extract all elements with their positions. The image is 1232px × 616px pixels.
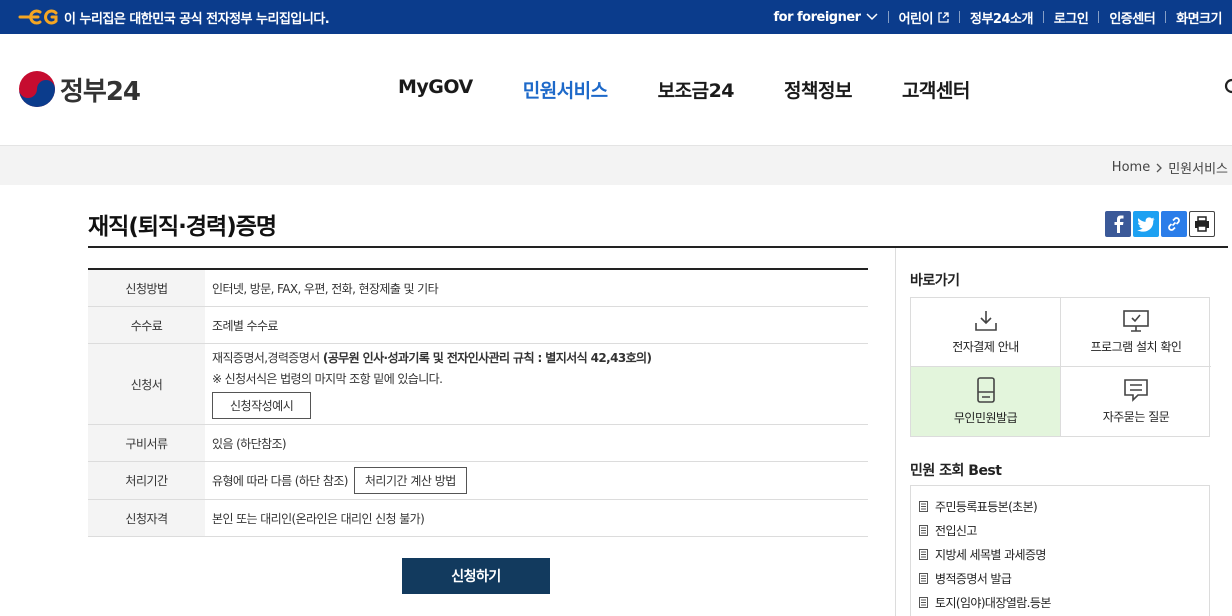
row-label: 처리기간 — [88, 462, 205, 499]
list-item[interactable]: 지방세 세목별 과세증명 — [911, 542, 1209, 566]
table-row: 신청자격 본인 또는 대리인(온라인은 대리인 신청 불가) — [88, 500, 868, 537]
utility-about[interactable]: 정부24소개 — [960, 8, 1043, 27]
row-label: 신청자격 — [88, 500, 205, 536]
row-value: 본인 또는 대리인(온라인은 대리인 신청 불가) — [212, 511, 425, 526]
gov-banner: 이 누리집은 대한민국 공식 전자정부 누리집입니다. for foreigne… — [0, 0, 1232, 34]
chevron-right-icon — [1156, 163, 1163, 172]
facebook-share-button[interactable] — [1105, 211, 1131, 237]
share-tools — [1105, 211, 1217, 237]
nav-policy[interactable]: 정책정보 — [784, 76, 852, 103]
nav-customer-center[interactable]: 고객센터 — [902, 76, 970, 103]
utility-foreigner[interactable]: for foreigner — [764, 10, 888, 25]
facebook-icon — [1114, 215, 1124, 233]
table-row: 처리기간 유형에 따라 다름 (하단 참조) 처리기간 계산 방법 — [88, 462, 868, 500]
quick-link-faq[interactable]: 자주묻는 질문 — [1061, 367, 1211, 436]
site-header: 정부24 MyGOV 민원서비스 보조금24 정책정보 고객센터 — [0, 34, 1232, 145]
title-divider — [88, 246, 1228, 248]
list-item[interactable]: 병적증명서 발급 — [911, 566, 1209, 590]
row-value: 조례별 수수료 — [212, 318, 278, 333]
logo-text: 정부24 — [60, 76, 141, 107]
row-value: 유형에 따라 다름 (하단 참조) 처리기간 계산 방법 — [205, 462, 868, 499]
table-row: 신청방법 인터넷, 방문, FAX, 우편, 전화, 현장제출 및 기타 — [88, 270, 868, 307]
quick-link-program-check[interactable]: 프로그램 설치 확인 — [1061, 298, 1211, 367]
chat-icon — [1124, 379, 1148, 402]
print-icon — [1195, 216, 1209, 232]
document-icon — [919, 596, 928, 608]
sidebar-divider — [895, 248, 896, 616]
form-example-button[interactable]: 신청작성예시 — [212, 392, 312, 419]
quick-link-kiosk[interactable]: 무인민원발급 — [911, 367, 1061, 436]
form-description: 재직증명서,경력증명서 (공무원 인사·성과기록 및 전자인사관리 규칙 : 별… — [212, 351, 652, 365]
table-row: 수수료 조례별 수수료 — [88, 307, 868, 344]
list-item[interactable]: 주민등록표등본(초본) — [911, 494, 1209, 518]
utility-login[interactable]: 로그인 — [1044, 8, 1098, 27]
site-logo[interactable]: 정부24 — [18, 70, 141, 108]
nav-subsidy[interactable]: 보조금24 — [658, 76, 735, 103]
row-label: 수수료 — [88, 307, 205, 343]
search-icon[interactable] — [1224, 78, 1232, 98]
page-title: 재직(퇴직·경력)증명 — [88, 214, 277, 240]
twitter-share-button[interactable] — [1133, 211, 1159, 237]
utility-cert-center[interactable]: 인증센터 — [1099, 8, 1165, 27]
kiosk-icon — [976, 377, 995, 403]
nav-civil-service[interactable]: 민원서비스 — [523, 76, 608, 103]
chevron-down-icon — [866, 13, 878, 21]
quick-link-payment[interactable]: 전자결제 안내 — [911, 298, 1061, 367]
best-list: 주민등록표등본(초본) 전입신고 지방세 세목별 과세증명 병적증명서 발급 토… — [910, 485, 1210, 616]
document-icon — [919, 524, 928, 536]
breadcrumb-current[interactable]: 민원서비스 — [1168, 158, 1228, 177]
document-icon — [919, 500, 928, 512]
monitor-icon — [1123, 309, 1149, 332]
apply-button[interactable]: 신청하기 — [402, 558, 550, 594]
row-value: 인터넷, 방문, FAX, 우편, 전화, 현장제출 및 기타 — [212, 281, 439, 296]
table-row: 구비서류 있음 (하단참조) — [88, 425, 868, 462]
utility-kids[interactable]: 어린이 — [889, 8, 959, 27]
breadcrumb-home[interactable]: Home — [1112, 160, 1150, 175]
print-button[interactable] — [1189, 211, 1215, 237]
row-value: 있음 (하단참조) — [212, 436, 287, 451]
list-item[interactable]: 전입신고 — [911, 518, 1209, 542]
copy-link-button[interactable] — [1161, 211, 1187, 237]
row-label: 구비서류 — [88, 425, 205, 461]
row-value: 재직증명서,경력증명서 (공무원 인사·성과기록 및 전자인사관리 규칙 : 별… — [205, 344, 868, 424]
nav-mygov[interactable]: MyGOV — [398, 76, 473, 103]
utility-screen-size[interactable]: 화면크기 — [1166, 8, 1232, 27]
document-icon — [919, 548, 928, 560]
quick-links: 전자결제 안내 프로그램 설치 확인 무인민원발급 자주묻는 질문 — [910, 297, 1211, 437]
document-icon — [919, 572, 928, 584]
row-label: 신청서 — [88, 344, 205, 424]
period-calc-button[interactable]: 처리기간 계산 방법 — [353, 467, 467, 494]
breadcrumb: Home 민원서비스 — [1112, 158, 1228, 177]
link-icon — [1168, 217, 1180, 231]
taegeuk-logo-icon — [19, 71, 55, 107]
egov-logo-icon — [18, 9, 58, 25]
breadcrumb-bar: Home 민원서비스 — [0, 145, 1232, 185]
download-icon — [974, 310, 997, 331]
twitter-icon — [1137, 216, 1155, 232]
external-link-icon — [938, 11, 949, 23]
utility-menu: for foreigner 어린이 정부24소개 로그인 인증센터 화면크기 — [764, 0, 1232, 34]
form-note: ※ 신청서식은 법령의 마지막 조항 밑에 있습니다. — [212, 372, 443, 386]
row-label: 신청방법 — [88, 270, 205, 306]
main-nav: MyGOV 민원서비스 보조금24 정책정보 고객센터 — [398, 76, 1020, 103]
gov-banner-text: 이 누리집은 대한민국 공식 전자정부 누리집입니다. — [64, 12, 330, 27]
best-list-title: 민원 조회 Best — [910, 463, 1002, 479]
service-info-table: 신청방법 인터넷, 방문, FAX, 우편, 전화, 현장제출 및 기타 수수료… — [88, 268, 868, 537]
quick-links-title: 바로가기 — [910, 273, 960, 289]
table-row: 신청서 재직증명서,경력증명서 (공무원 인사·성과기록 및 전자인사관리 규칙… — [88, 344, 868, 425]
list-item[interactable]: 토지(임야)대장열람.등본 — [911, 590, 1209, 614]
